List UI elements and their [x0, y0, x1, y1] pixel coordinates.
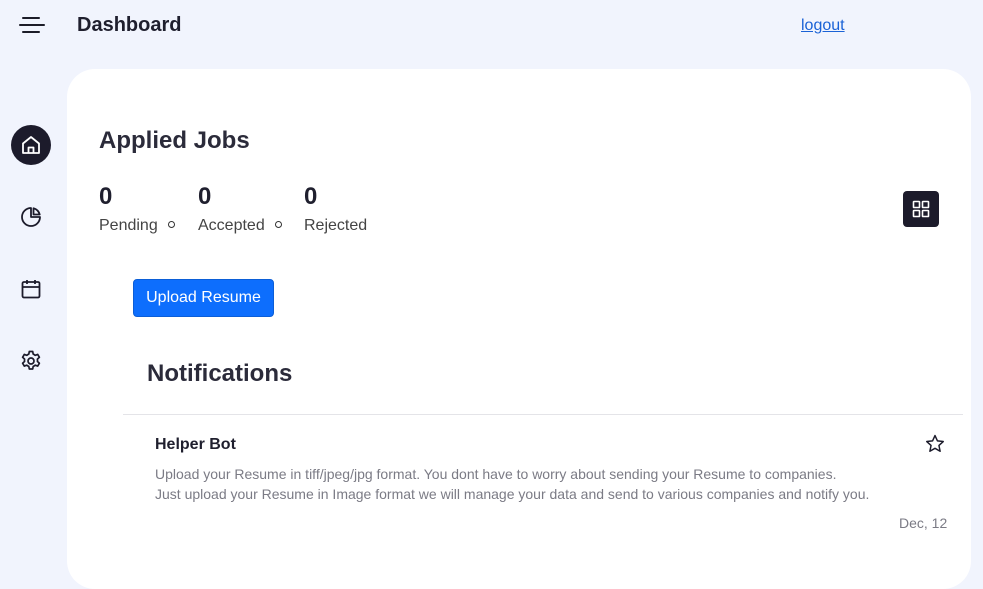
- stat-value: 0: [304, 183, 318, 210]
- page-title: Dashboard: [77, 14, 182, 36]
- stat-rejected: 0 Rejected: [304, 183, 367, 235]
- stat-label: Rejected: [304, 217, 368, 234]
- sidebar-item-home[interactable]: [11, 125, 51, 165]
- stat-label: Accepted: [198, 217, 265, 234]
- sidebar-item-calendar[interactable]: [11, 269, 51, 309]
- gear-icon: [21, 350, 41, 370]
- grid-icon: [912, 200, 930, 218]
- separator-dot: [274, 221, 282, 229]
- home-icon: [22, 136, 40, 154]
- grid-view-button[interactable]: [903, 191, 939, 227]
- notification-message-line: Upload your Resume in tiff/jpeg/jpg form…: [155, 466, 837, 482]
- stat-pending: 0 Pending: [99, 183, 175, 235]
- stat-value: 0: [99, 183, 113, 210]
- calendar-icon: [21, 280, 41, 299]
- stat-label: Pending: [99, 217, 158, 234]
- divider: [123, 414, 963, 415]
- logout-link[interactable]: logout: [801, 17, 845, 35]
- sidebar-item-analytics[interactable]: [11, 197, 51, 237]
- notification-date: Dec, 12: [899, 515, 948, 531]
- applied-jobs-title: Applied Jobs: [99, 127, 250, 154]
- stat-accepted: 0 Accepted: [198, 183, 282, 235]
- menu-icon[interactable]: [18, 16, 46, 34]
- star-icon[interactable]: [924, 433, 946, 455]
- notification-message-line: Just upload your Resume in Image format …: [155, 486, 870, 502]
- separator-dot: [167, 221, 175, 229]
- notification-sender: Helper Bot: [155, 436, 236, 453]
- pie-chart-icon: [21, 207, 41, 227]
- notifications-title: Notifications: [147, 360, 293, 387]
- sidebar-item-settings[interactable]: [11, 341, 51, 381]
- upload-resume-button[interactable]: Upload Resume: [133, 279, 274, 317]
- stat-value: 0: [198, 183, 212, 210]
